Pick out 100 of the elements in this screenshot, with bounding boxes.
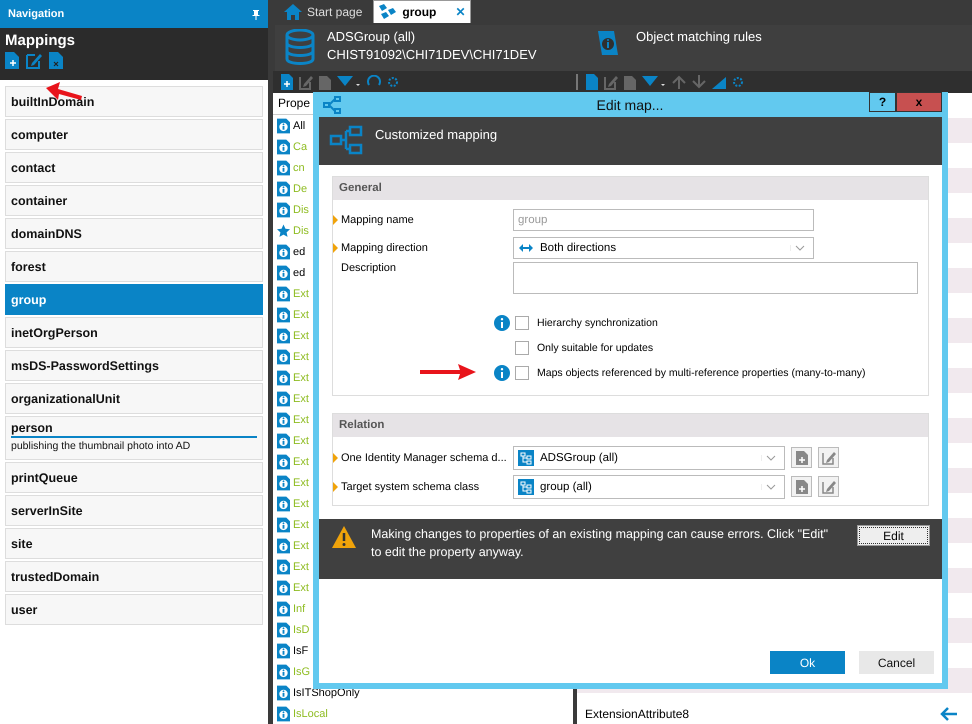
info-document-icon bbox=[277, 244, 290, 260]
mapping-item[interactable]: organizationalUnit bbox=[5, 383, 263, 414]
property-name[interactable]: ed bbox=[293, 246, 306, 258]
field-label: Description bbox=[341, 262, 396, 274]
warning-icon bbox=[331, 525, 357, 549]
database-icon bbox=[285, 29, 315, 65]
info-document-icon bbox=[277, 706, 290, 722]
new-document-icon[interactable] bbox=[281, 74, 293, 90]
info-document-icon bbox=[277, 286, 290, 302]
down-arrow-icon[interactable] bbox=[692, 75, 706, 90]
mapping-item[interactable]: forest bbox=[5, 251, 263, 282]
checkbox-label: Only suitable for updates bbox=[537, 342, 654, 354]
mapping-item[interactable]: printQueue bbox=[5, 462, 263, 493]
dropdown[interactable]: group (all) bbox=[513, 474, 785, 498]
class-icon bbox=[518, 478, 534, 494]
home-icon bbox=[284, 4, 302, 20]
info-document-icon bbox=[277, 138, 290, 154]
mapping-item[interactable]: contact bbox=[5, 152, 263, 183]
dropdown[interactable]: ADSGroup (all) bbox=[513, 446, 785, 470]
property-name[interactable]: All bbox=[293, 120, 306, 132]
new-button[interactable] bbox=[791, 476, 812, 497]
help-button[interactable]: ? bbox=[869, 92, 896, 112]
description-field[interactable] bbox=[513, 262, 918, 294]
info-document-icon bbox=[277, 390, 290, 406]
ok-button[interactable]: Ok bbox=[770, 651, 845, 674]
info-document-icon bbox=[277, 516, 290, 532]
arrow-icon bbox=[418, 363, 478, 381]
field-label: Mapping name bbox=[341, 214, 414, 226]
mapping-item[interactable]: person publishing the thumbnail photo into AD bbox=[5, 416, 263, 460]
required-marker-icon bbox=[333, 215, 338, 225]
star-icon bbox=[277, 222, 290, 238]
info-document-icon bbox=[277, 454, 290, 470]
mapping-item[interactable]: computer bbox=[5, 119, 263, 150]
property-name[interactable]: ed bbox=[293, 266, 306, 278]
settings-icon[interactable] bbox=[732, 76, 744, 88]
edit-button[interactable] bbox=[818, 476, 839, 497]
property-name[interactable]: IsITShopOnly bbox=[293, 686, 360, 698]
edit-button[interactable]: Edit bbox=[857, 525, 930, 546]
warning-message: Making changes to properties of an existing mapping can cause errors. Click "Edit" to edit the property anyway. bbox=[371, 526, 830, 561]
info-icon[interactable] bbox=[494, 364, 510, 380]
mapping-item[interactable]: builtInDomain bbox=[5, 86, 263, 117]
info-document-icon bbox=[277, 684, 290, 700]
document-icon[interactable] bbox=[319, 74, 331, 90]
object-title: ADSGroup (all) bbox=[327, 29, 416, 44]
pane-heading: Mappings bbox=[5, 32, 76, 49]
mapping-item[interactable]: container bbox=[5, 185, 263, 216]
mapping-item[interactable]: trustedDomain bbox=[5, 561, 263, 592]
property-name[interactable]: IsF bbox=[293, 644, 308, 656]
document-tab[interactable]: Start page bbox=[279, 1, 368, 23]
document-icon[interactable] bbox=[624, 74, 636, 90]
property-name[interactable]: ExtensionAttribute8 bbox=[585, 707, 690, 721]
object-path: CHIST91092\CHI71DEV\CHI71DEV bbox=[327, 47, 538, 62]
mapping-item[interactable]: msDS-PasswordSettings bbox=[5, 350, 263, 381]
info-document-icon bbox=[277, 370, 290, 386]
info-document-icon bbox=[277, 600, 290, 616]
checkbox[interactable] bbox=[515, 340, 529, 354]
edit-icon[interactable] bbox=[299, 74, 313, 90]
new-document-icon[interactable] bbox=[5, 52, 19, 69]
checkbox[interactable] bbox=[515, 316, 529, 330]
mapping-icon bbox=[379, 4, 398, 20]
info-document-icon bbox=[277, 432, 290, 448]
edit-button[interactable] bbox=[818, 447, 839, 468]
close-button[interactable]: x bbox=[896, 92, 942, 112]
info-document-icon bbox=[277, 580, 290, 596]
info-document-icon bbox=[277, 496, 290, 512]
info-document-icon bbox=[277, 538, 290, 554]
info-document-icon bbox=[277, 412, 290, 428]
checkbox[interactable] bbox=[515, 366, 529, 380]
document-tab[interactable]: group ✕ bbox=[373, 0, 472, 23]
mapping-item[interactable]: site bbox=[5, 528, 263, 559]
edit-icon[interactable] bbox=[604, 74, 618, 90]
cancel-button[interactable]: Cancel bbox=[859, 651, 934, 674]
required-marker-icon bbox=[333, 482, 338, 492]
pane-title: Navigation bbox=[8, 8, 64, 20]
mapping-item[interactable]: inetOrgPerson bbox=[5, 317, 263, 348]
dropdown[interactable]: Both directions bbox=[513, 237, 814, 259]
info-document-icon bbox=[277, 622, 290, 638]
filter-icon[interactable] bbox=[642, 76, 666, 88]
info-document-icon bbox=[277, 664, 290, 680]
info-document-icon bbox=[277, 642, 290, 658]
mapping-item[interactable]: serverInSite bbox=[5, 495, 263, 526]
new-button[interactable] bbox=[791, 447, 812, 468]
settings-icon[interactable] bbox=[387, 76, 399, 88]
edit-icon[interactable] bbox=[26, 52, 42, 69]
delete-document-icon[interactable] bbox=[49, 52, 63, 69]
mapping-type: Customized mapping bbox=[375, 127, 498, 142]
close-tab-button[interactable]: ✕ bbox=[455, 5, 466, 19]
chevron-icon bbox=[766, 454, 776, 460]
field-label: Target system schema class bbox=[341, 480, 480, 492]
filter-icon[interactable] bbox=[337, 76, 361, 88]
pin-icon[interactable] bbox=[252, 8, 260, 20]
checkbox-label: Hierarchy synchronization bbox=[537, 316, 658, 328]
object-matching-rules[interactable]: Object matching rules bbox=[636, 29, 762, 44]
info-icon[interactable] bbox=[494, 314, 510, 330]
mapping-item[interactable]: domainDNS bbox=[5, 218, 263, 249]
dialog-title: Edit map... bbox=[596, 96, 664, 112]
mapping-item[interactable]: group bbox=[5, 284, 263, 315]
up-arrow-icon[interactable] bbox=[672, 75, 686, 90]
field-label: Mapping direction bbox=[341, 242, 428, 254]
mapping-item[interactable]: user bbox=[5, 594, 263, 625]
